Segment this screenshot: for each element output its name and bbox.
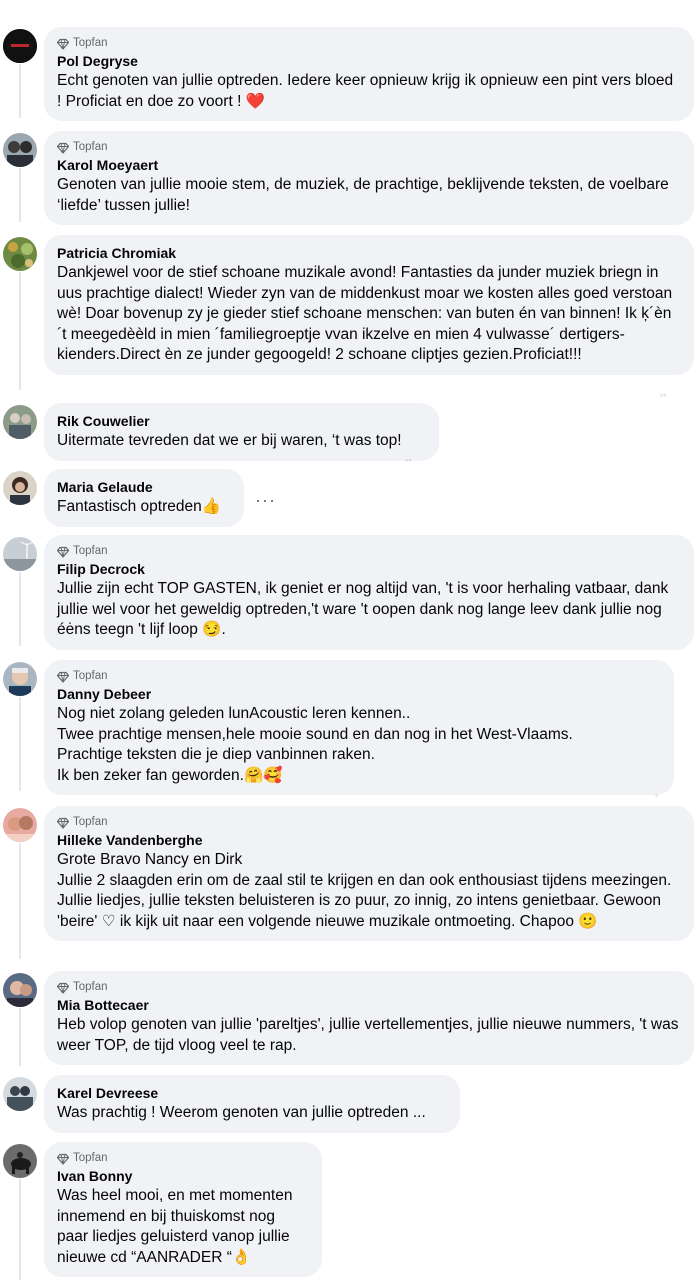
thread-line [19, 1179, 21, 1280]
avatar[interactable] [3, 405, 37, 439]
thread-line [19, 1008, 21, 1066]
comment-text: Fantastisch optreden👍 [57, 498, 222, 515]
badge-label: Topfan [73, 670, 108, 682]
thread-line [19, 168, 21, 222]
badge-label: Topfan [73, 141, 108, 153]
topfan-badge: Topfan [57, 814, 681, 831]
comment-author[interactable]: Mia Bottecaer [57, 996, 681, 1015]
avatar-image [3, 237, 37, 271]
topfan-badge: Topfan [57, 1150, 309, 1167]
avatar[interactable] [3, 471, 37, 505]
comment-bubble: Patricia Chromiak Dankjewel voor de stie… [44, 235, 694, 375]
topfan-badge: Topfan [57, 139, 681, 156]
more-options-button[interactable]: ··· [255, 490, 276, 511]
comment-text: Grote Bravo Nancy en Dirk Jullie 2 slaag… [57, 851, 672, 930]
topfan-badge: Topfan [57, 979, 681, 996]
reactions-indicator[interactable]: ◦◦ [405, 455, 411, 465]
avatar-image [3, 1144, 37, 1178]
topfan-badge: Topfan [57, 668, 661, 685]
diamond-icon [57, 1153, 69, 1165]
avatar[interactable] [3, 133, 37, 167]
topfan-badge: Topfan [57, 35, 681, 52]
thread-line [19, 697, 21, 791]
comment-author[interactable]: Danny Debeer [57, 685, 661, 704]
comment-author[interactable]: Filip Decrock [57, 560, 681, 579]
thread-line [19, 572, 21, 646]
comment-bubble: Topfan Filip Decrock Jullie zijn echt TO… [44, 535, 694, 650]
avatar-image [3, 405, 37, 439]
avatar-image [3, 133, 37, 167]
comment-author[interactable]: Maria Gelaude [57, 478, 231, 497]
thread-line [19, 272, 21, 390]
thread-line [19, 64, 21, 118]
avatar-image [3, 973, 37, 1007]
avatar-image [3, 471, 37, 505]
comment-bubble: Karel Devreese Was prachtig ! Weerom gen… [44, 1075, 460, 1133]
comment-text: Dankjewel voor de stief schoane muzikale… [57, 264, 673, 363]
comment-text: Genoten van jullie mooie stem, de muziek… [57, 176, 669, 214]
comment-author[interactable]: Patricia Chromiak [57, 244, 681, 263]
diamond-icon [57, 671, 69, 683]
comment-text: Uitermate tevreden dat we er bij waren, … [57, 432, 402, 449]
badge-label: Topfan [73, 1152, 108, 1164]
comment-author[interactable]: Hilleke Vandenberghe [57, 831, 681, 850]
diamond-icon [57, 982, 69, 994]
comment-bubble: Topfan Ivan Bonny Was heel mooi, en met … [44, 1142, 322, 1277]
comment-author[interactable]: Pol Degryse [57, 52, 681, 71]
avatar[interactable] [3, 29, 37, 63]
avatar-image [3, 537, 37, 571]
comment-bubble: Topfan Danny Debeer Nog niet zolang gele… [44, 660, 674, 795]
comment-bubble: Topfan Hilleke Vandenberghe Grote Bravo … [44, 806, 694, 941]
comment-text: Was heel mooi, en met momenten innemend … [57, 1187, 293, 1266]
badge-label: Topfan [73, 981, 108, 993]
diamond-icon [57, 38, 69, 50]
avatar[interactable] [3, 537, 37, 571]
avatar-image [3, 29, 37, 63]
badge-label: Topfan [73, 37, 108, 49]
comment-author[interactable]: Karel Devreese [57, 1084, 447, 1103]
diamond-icon [57, 546, 69, 558]
comment-author[interactable]: Rik Couwelier [57, 412, 426, 431]
avatar[interactable] [3, 973, 37, 1007]
reactions-indicator[interactable]: ◦◦ [660, 390, 666, 400]
comment-bubble: Topfan Mia Bottecaer Heb volop genoten v… [44, 971, 694, 1065]
avatar-image [3, 1077, 37, 1111]
topfan-badge: Topfan [57, 543, 681, 560]
comment-bubble: Rik Couwelier Uitermate tevreden dat we … [44, 403, 439, 461]
avatar[interactable] [3, 237, 37, 271]
comment-bubble: Topfan Karol Moeyaert Genoten van jullie… [44, 131, 694, 225]
comment-bubble: Topfan Pol Degryse Echt genoten van jull… [44, 27, 694, 121]
badge-label: Topfan [73, 816, 108, 828]
comment-author[interactable]: Ivan Bonny [57, 1167, 309, 1186]
comment-text: Nog niet zolang geleden lunAcoustic lere… [57, 705, 573, 784]
reactions-indicator[interactable]: ◦ [655, 790, 658, 800]
comment-text: Heb volop genoten van jullie 'pareltjes'… [57, 1016, 679, 1054]
avatar[interactable] [3, 808, 37, 842]
diamond-icon [57, 142, 69, 154]
thread-line [19, 843, 21, 959]
comment-text: Was prachtig ! Weerom genoten van jullie… [57, 1104, 426, 1121]
avatar[interactable] [3, 1077, 37, 1111]
avatar[interactable] [3, 1144, 37, 1178]
comment-bubble: Maria Gelaude Fantastisch optreden👍 [44, 469, 244, 527]
diamond-icon [57, 817, 69, 829]
avatar-image [3, 808, 37, 842]
comment-author[interactable]: Karol Moeyaert [57, 156, 681, 175]
badge-label: Topfan [73, 545, 108, 557]
comment-text: Echt genoten van jullie optreden. Iedere… [57, 72, 674, 110]
comment-text: Jullie zijn echt TOP GASTEN, ik geniet e… [57, 580, 669, 638]
avatar[interactable] [3, 662, 37, 696]
avatar-image [3, 662, 37, 696]
